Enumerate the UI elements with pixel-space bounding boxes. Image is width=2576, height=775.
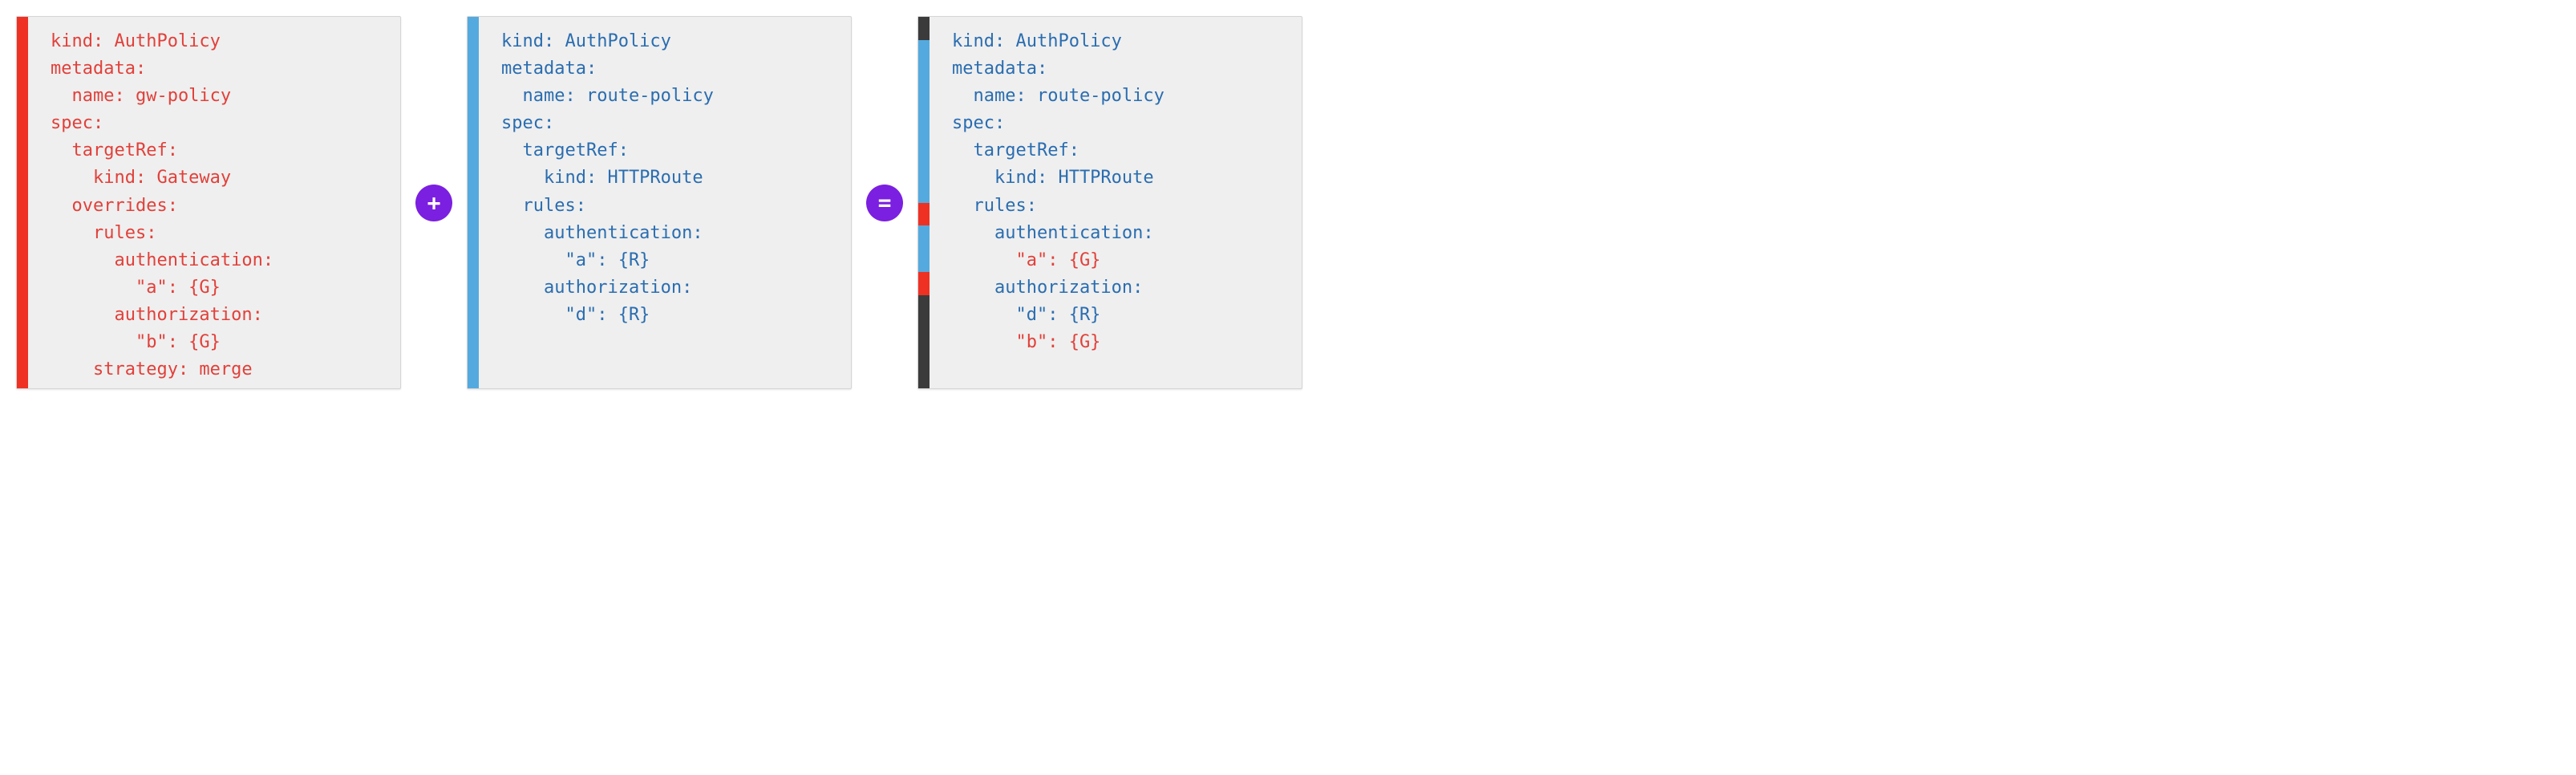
gutter-segment: [17, 17, 28, 388]
panel-route-policy: kind: AuthPolicymetadata: name: route-po…: [467, 16, 852, 389]
code-line: spec:: [952, 110, 1164, 137]
code-line: "a": {G}: [952, 247, 1164, 274]
code-line: kind: AuthPolicy: [51, 28, 273, 55]
code-line: authentication:: [51, 247, 273, 274]
code-line: kind: HTTPRoute: [952, 164, 1164, 192]
diagram-row: kind: AuthPolicymetadata: name: gw-polic…: [16, 16, 2560, 389]
code-line: "d": {R}: [952, 302, 1164, 329]
code-line: kind: Gateway: [51, 164, 273, 192]
code-line: kind: AuthPolicy: [501, 28, 714, 55]
gutter-segment: [918, 272, 930, 295]
code-line: authorization:: [952, 274, 1164, 302]
code-line: name: route-policy: [952, 83, 1164, 110]
gutter: [918, 17, 930, 388]
code-block: kind: AuthPolicymetadata: name: route-po…: [479, 17, 722, 388]
code-line: targetRef:: [952, 137, 1164, 164]
code-line: rules:: [501, 193, 714, 220]
gutter-segment: [918, 295, 930, 388]
code-line: rules:: [952, 193, 1164, 220]
plus-operator: +: [415, 185, 452, 221]
code-line: kind: AuthPolicy: [952, 28, 1164, 55]
panel-gateway-policy: kind: AuthPolicymetadata: name: gw-polic…: [16, 16, 401, 389]
code-line: authorization:: [51, 302, 273, 329]
code-line: targetRef:: [51, 137, 273, 164]
code-line: authentication:: [952, 220, 1164, 247]
code-line: rules:: [51, 220, 273, 247]
code-line: "b": {G}: [51, 329, 273, 356]
code-line: metadata:: [51, 55, 273, 83]
code-line: kind: HTTPRoute: [501, 164, 714, 192]
code-line: "a": {R}: [501, 247, 714, 274]
code-line: "b": {G}: [952, 329, 1164, 356]
gutter-segment: [918, 17, 930, 40]
gutter-segment: [918, 203, 930, 226]
gutter-segment: [918, 40, 930, 203]
code-line: overrides:: [51, 193, 273, 220]
code-line: spec:: [51, 110, 273, 137]
code-block: kind: AuthPolicymetadata: name: gw-polic…: [28, 17, 281, 388]
code-line: metadata:: [501, 55, 714, 83]
code-line: "a": {G}: [51, 274, 273, 302]
panel-merged-result: kind: AuthPolicymetadata: name: route-po…: [917, 16, 1302, 389]
code-line: "d": {R}: [501, 302, 714, 329]
code-line: spec:: [501, 110, 714, 137]
code-line: targetRef:: [501, 137, 714, 164]
code-line: authentication:: [501, 220, 714, 247]
gutter: [17, 17, 28, 388]
code-line: name: gw-policy: [51, 83, 273, 110]
equals-operator: =: [866, 185, 903, 221]
code-line: strategy: merge: [51, 356, 273, 383]
code-block: kind: AuthPolicymetadata: name: route-po…: [930, 17, 1173, 388]
gutter: [468, 17, 479, 388]
gutter-segment: [468, 17, 479, 388]
code-line: authorization:: [501, 274, 714, 302]
code-line: name: route-policy: [501, 83, 714, 110]
gutter-segment: [918, 225, 930, 272]
code-line: metadata:: [952, 55, 1164, 83]
